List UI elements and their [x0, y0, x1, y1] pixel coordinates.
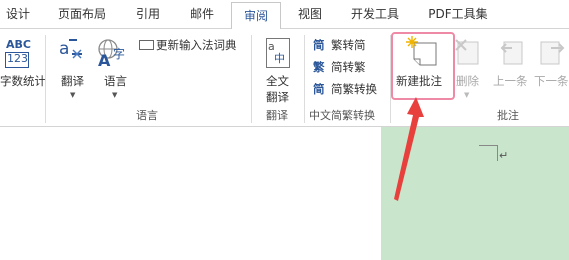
chinese-conversion-icon: 简 — [313, 82, 325, 96]
svg-text:a: a — [59, 39, 69, 59]
tab-page-layout[interactable]: 页面布局 — [50, 0, 114, 28]
abc-text: ABC — [6, 38, 31, 51]
translate-dropdown-icon: ▼ — [70, 91, 76, 99]
traditional-to-simplified-icon: 简 — [313, 38, 325, 52]
text-cursor: ↵ — [499, 149, 509, 162]
language-group-label: 语言 — [136, 109, 158, 122]
language-icon: A 字 — [98, 39, 125, 69]
language-label: 语言 — [104, 74, 127, 88]
ribbon-tab-bar: 设计 页面布局 引用 邮件 审阅 视图 开发工具 PDF工具集 — [0, 0, 569, 30]
group-separator — [304, 35, 305, 123]
tab-developer[interactable]: 开发工具 — [340, 0, 410, 28]
full-translate-label-line1: 全文 — [266, 74, 289, 88]
page-corner-mark — [497, 145, 498, 161]
red-arrow-annotation — [394, 97, 424, 201]
delete-comment-icon — [455, 39, 479, 65]
tab-review[interactable]: 审阅 — [231, 2, 281, 30]
tab-pdf-tools[interactable]: PDF工具集 — [420, 0, 496, 28]
ribbon: ABC 123 字数统计 a 翻译 ▼ A 字 语言 ▼ 更新输入法词典 语言 … — [0, 29, 569, 127]
simplified-to-traditional-icon: 繁 — [313, 60, 325, 74]
full-translate-label-line2: 翻译 — [266, 90, 289, 104]
previous-comment-label: 上一条 — [493, 74, 528, 88]
chinese-conversion-group-label: 中文简繁转换 — [309, 109, 375, 122]
simplified-to-traditional-label: 简转繁 — [331, 60, 366, 74]
tab-references[interactable]: 引用 — [126, 0, 170, 28]
delete-dropdown-icon: ▼ — [464, 91, 470, 99]
word-count-icon: 123 — [5, 52, 29, 68]
tab-design[interactable]: 设计 — [0, 0, 36, 28]
keyboard-icon — [139, 40, 154, 50]
delete-comment-label: 删除 — [456, 74, 479, 88]
previous-comment-icon — [500, 41, 523, 65]
group-separator — [45, 35, 46, 123]
tab-view[interactable]: 视图 — [290, 0, 330, 28]
translate-group-label: 翻译 — [266, 109, 288, 122]
language-dropdown-icon: ▼ — [112, 91, 118, 99]
group-separator — [251, 35, 252, 123]
word-count-label: 字数统计 — [0, 74, 46, 88]
translate-icon: a — [59, 39, 82, 59]
translate-label: 翻译 — [61, 74, 84, 88]
chinese-conversion-label: 简繁转换 — [331, 82, 377, 96]
ime-dictionary-label: 更新输入法词典 — [156, 38, 237, 52]
page-corner-mark — [479, 145, 497, 146]
svg-text:字: 字 — [113, 46, 125, 61]
new-comment-highlight — [391, 32, 455, 100]
traditional-to-simplified-label: 繁转简 — [331, 38, 366, 52]
full-translate-icon: a 中 — [266, 38, 290, 68]
tab-mailings[interactable]: 邮件 — [180, 0, 224, 28]
svg-text:A: A — [98, 51, 111, 69]
next-comment-label: 下一条 — [534, 74, 569, 88]
comments-group-label: 批注 — [497, 109, 519, 122]
next-comment-icon — [540, 41, 565, 65]
